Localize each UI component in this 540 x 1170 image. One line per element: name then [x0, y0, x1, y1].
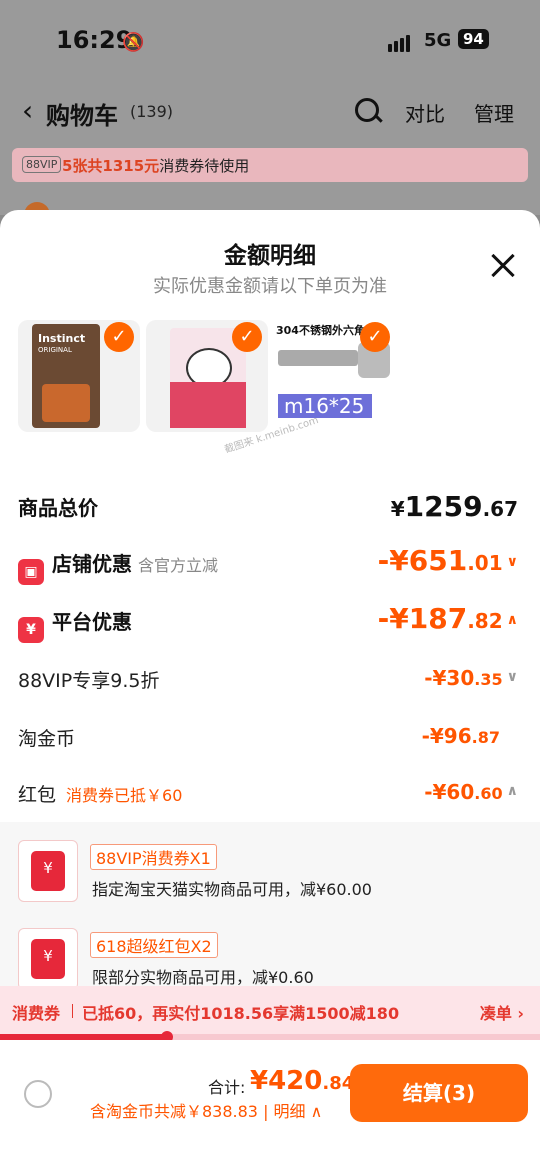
row-total-price: 商品总价 ¥1259.67 — [18, 490, 522, 523]
red-envelope-icon: ¥ — [18, 928, 78, 990]
vip-discount-amount: -¥30.35 ∨ — [424, 666, 518, 690]
total-price-label: 商品总价 — [18, 496, 98, 520]
bag-stripe — [170, 382, 246, 428]
red-packet-label: 红包 — [18, 784, 57, 806]
promo-label: 消费券 — [12, 1004, 61, 1023]
battery-icon: 94 — [458, 29, 489, 49]
bolt-size: m16*25 — [278, 394, 372, 418]
amount-detail-sheet: 金额明细 实际优惠金额请以下单页为准 Instinct ORIGINAL ✓ ✓… — [0, 210, 540, 1170]
sheet-title: 金额明细 — [224, 243, 316, 269]
promo-bar: 消费券 已抵60，再实付1018.56享满1500减180 凑单 › — [0, 986, 540, 1036]
coupon-item[interactable]: ¥ 618超级红包X2 限部分实物商品可用，减¥0.60 — [18, 928, 528, 990]
chevron-up-icon: ∧ — [506, 783, 518, 799]
status-bar: 16:29 🔕 5G 94 — [0, 20, 540, 64]
platform-icon: ¥ — [18, 617, 44, 643]
row-gold-coin: 淘金币 -¥96.87 — [18, 724, 522, 751]
coupon-desc: 限部分实物商品可用，减¥0.60 — [92, 968, 314, 987]
gold-coin-label: 淘金币 — [18, 728, 76, 750]
store-icon: ▣ — [18, 559, 44, 585]
selected-check-icon[interactable]: ✓ — [104, 322, 134, 352]
product-thumb-hellokitty[interactable]: ✓ — [146, 320, 268, 432]
gold-coin-amount: -¥96.87 — [421, 724, 500, 748]
vip-badge: 88VIP — [22, 156, 62, 173]
store-discount-note: 含官方立减 — [138, 556, 219, 575]
coupon-item[interactable]: ¥ 88VIP消费券X1 指定淘宝天猫实物商品可用，减¥60.00 — [18, 840, 528, 902]
add-items-link[interactable]: 凑单 › — [480, 1000, 524, 1024]
selected-check-icon[interactable]: ✓ — [360, 322, 390, 352]
total-amount: ¥420.84 — [250, 1066, 355, 1096]
manage-button[interactable]: 管理 — [474, 98, 514, 127]
promo-divider — [72, 1004, 73, 1018]
vip-text: 消费券待使用 — [159, 157, 250, 175]
coupon-tag: 88VIP消费券X1 — [90, 844, 217, 870]
sheet-subtitle: 实际优惠金额请以下单页为准 — [153, 276, 387, 297]
red-envelope-icon: ¥ — [18, 840, 78, 902]
bolt-shape — [278, 350, 358, 366]
close-icon[interactable] — [490, 252, 516, 278]
search-icon[interactable] — [355, 98, 379, 122]
chevron-up-icon: ∧ — [506, 612, 518, 628]
row-store-discount[interactable]: ▣ 店铺优惠 含官方立减 -¥651.01 ∨ — [18, 544, 522, 585]
red-packet-note: 消费券已抵￥60 — [66, 786, 183, 805]
back-icon[interactable]: ‹ — [22, 94, 33, 127]
cart-navbar: ‹ 购物车 (139) 对比 管理 — [0, 92, 540, 136]
network-type: 5G — [424, 30, 452, 51]
platform-discount-label: ¥ 平台优惠 — [18, 610, 132, 643]
mute-bell-icon: 🔕 — [122, 32, 145, 53]
chevron-down-icon: ∨ — [506, 669, 518, 685]
vip-highlight: 5张共1315元 — [62, 157, 160, 175]
vip-banner-text: 5张共1315元消费券待使用 — [62, 155, 249, 176]
row-vip-discount[interactable]: 88VIP专享9.5折 -¥30.35 ∨ — [18, 666, 522, 693]
row-platform-discount[interactable]: ¥ 平台优惠 -¥187.82 ∧ — [18, 602, 522, 643]
savings-detail-link[interactable]: 含淘金币共减￥838.83 | 明细 ∧ — [90, 1098, 322, 1122]
coupon-tag: 618超级红包X2 — [90, 932, 218, 958]
status-time: 16:29 — [56, 26, 133, 54]
coupon-list: ¥ 88VIP消费券X1 指定淘宝天猫实物商品可用，减¥60.00 ¥ 618超… — [0, 822, 540, 992]
store-discount-amount: -¥651.01 ∨ — [377, 544, 518, 577]
catfood-subname: ORIGINAL — [38, 346, 72, 354]
signal-icon — [388, 33, 412, 52]
vip-coupon-banner[interactable]: 88VIP 5张共1315元消费券待使用 — [12, 148, 528, 182]
total-price-amount: ¥1259.67 — [390, 490, 518, 523]
checkout-bar: 合计: ¥420.84 含淘金币共减￥838.83 | 明细 ∧ 结算(3) — [0, 1040, 540, 1170]
select-all-checkbox[interactable] — [24, 1080, 52, 1108]
row-red-packet[interactable]: 红包 消费券已抵￥60 -¥60.60 ∧ — [18, 780, 522, 807]
catfood-package: Instinct ORIGINAL — [32, 324, 100, 428]
compare-button[interactable]: 对比 — [405, 98, 445, 127]
bolt-title: 304不锈钢外六角 — [276, 324, 365, 337]
platform-discount-amount: -¥187.82 ∧ — [377, 602, 518, 635]
product-thumb-catfood[interactable]: Instinct ORIGINAL ✓ — [18, 320, 140, 432]
page-title: 购物车 — [46, 102, 118, 130]
chevron-up-icon: ∧ — [310, 1102, 323, 1121]
cart-count: (139) — [130, 102, 174, 121]
store-discount-label: ▣ 店铺优惠 含官方立减 — [18, 552, 219, 585]
red-packet-amount: -¥60.60 ∧ — [424, 780, 518, 804]
total-label: 合计: — [208, 1078, 246, 1097]
catfood-brand: Instinct — [38, 332, 86, 345]
catfood-photo — [42, 384, 90, 422]
coupon-desc: 指定淘宝天猫实物商品可用，减¥60.00 — [92, 880, 372, 899]
checkout-button[interactable]: 结算(3) — [350, 1064, 528, 1122]
chevron-down-icon: ∨ — [506, 554, 518, 570]
product-thumb-bolt[interactable]: 304不锈钢外六角 m16*25 ✓ — [274, 320, 396, 432]
vip-discount-label: 88VIP专享9.5折 — [18, 670, 160, 692]
promo-text: 已抵60，再实付1018.56享满1500减180 — [82, 1004, 400, 1023]
selected-check-icon[interactable]: ✓ — [232, 322, 262, 352]
